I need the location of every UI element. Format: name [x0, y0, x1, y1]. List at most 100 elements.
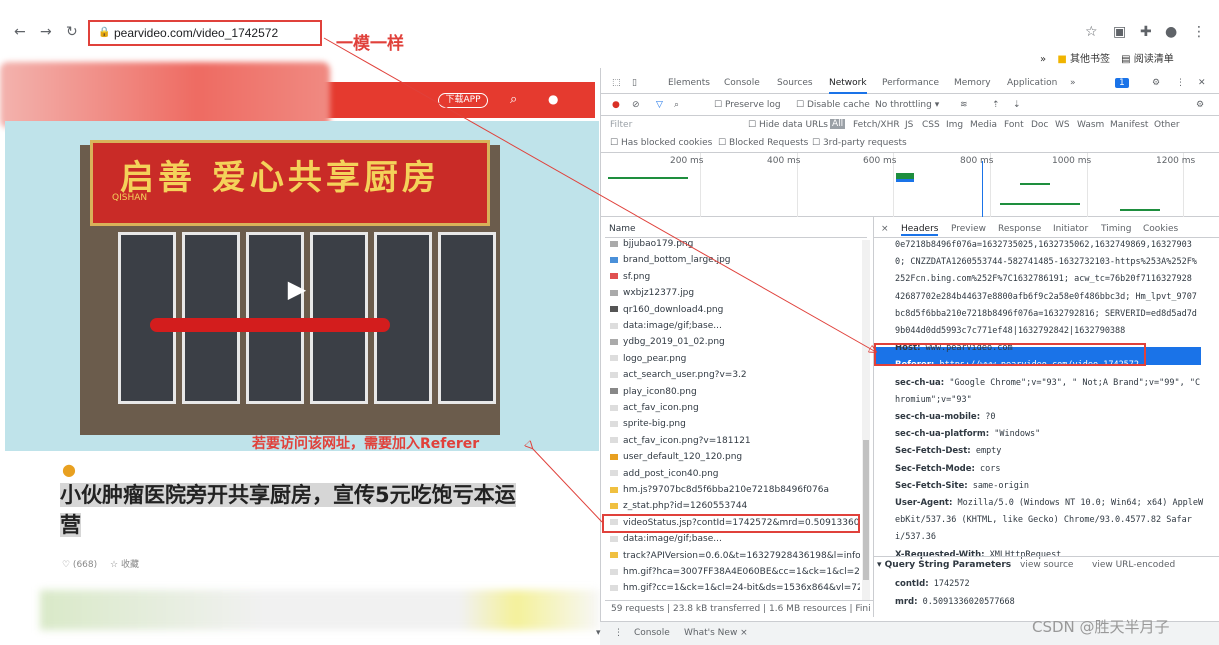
clear-icon[interactable]: ⊘: [632, 100, 640, 110]
bookmarks-more[interactable]: »: [1040, 54, 1046, 65]
kebab-icon[interactable]: ⋮: [1176, 78, 1185, 88]
filter-manifest[interactable]: Manifest: [1110, 120, 1148, 130]
tab-more[interactable]: »: [1070, 78, 1076, 88]
forward-icon[interactable]: →: [40, 24, 52, 40]
profile-icon[interactable]: ●: [1165, 24, 1177, 40]
filter-font[interactable]: Font: [1004, 120, 1024, 130]
request-row[interactable]: qr160_download4.png: [610, 305, 860, 321]
request-row[interactable]: act_search_user.png?v=3.2: [610, 370, 860, 386]
search-icon[interactable]: ⌕: [510, 92, 517, 107]
wifi-icon[interactable]: ≋: [960, 100, 968, 110]
filter-other[interactable]: Other: [1154, 120, 1180, 130]
request-row[interactable]: sf.png: [610, 272, 860, 288]
drawer-arrow-icon[interactable]: ▾: [596, 628, 601, 638]
filter-all[interactable]: All: [830, 119, 846, 129]
request-row[interactable]: act_fav_icon.png: [610, 403, 860, 419]
filter-fetch-xhr[interactable]: Fetch/XHR: [853, 120, 900, 130]
third-party-checkbox[interactable]: ☐ 3rd-party requests: [812, 138, 907, 148]
query-string-title[interactable]: ▾ Query String Parameters: [877, 560, 1011, 570]
star-icon[interactable]: ☆: [1085, 24, 1098, 40]
preserve-log-checkbox[interactable]: ☐ Preserve log: [714, 100, 781, 110]
request-row[interactable]: data:image/gif;base...: [610, 534, 860, 550]
close-devtools-icon[interactable]: ✕: [1198, 78, 1206, 88]
file-type-icon: [610, 535, 618, 542]
extension-icon[interactable]: ▣: [1113, 24, 1126, 40]
throttling-select[interactable]: No throttling ▾: [875, 100, 939, 110]
tab-response[interactable]: Response: [998, 224, 1041, 234]
request-row[interactable]: hm.gif?cc=1&ck=1&cl=24-bit&ds=1536x864&v…: [610, 583, 860, 599]
drawer-tab-console[interactable]: Console: [634, 628, 670, 638]
network-timeline[interactable]: 200 ms 400 ms 600 ms 800 ms 1000 ms 1200…: [600, 153, 1219, 217]
request-row[interactable]: logo_pear.png: [610, 354, 860, 370]
has-blocked-cookies-checkbox[interactable]: ☐ Has blocked cookies: [610, 138, 712, 148]
header-value: cors: [980, 463, 1001, 474]
inspect-icon[interactable]: ⬚: [612, 78, 621, 88]
download-icon[interactable]: ⇣: [1013, 100, 1021, 110]
tab-headers[interactable]: Headers: [901, 224, 939, 236]
drawer-tab-whats-new[interactable]: What's New ×: [684, 628, 748, 638]
request-row[interactable]: act_fav_icon.png?v=181121: [610, 436, 860, 452]
filter-media[interactable]: Media: [970, 120, 997, 130]
menu-icon[interactable]: ⋮: [1192, 24, 1206, 40]
tab-cookies[interactable]: Cookies: [1143, 224, 1178, 234]
back-icon[interactable]: ←: [14, 24, 26, 40]
tab-initiator[interactable]: Initiator: [1053, 224, 1088, 234]
tab-network[interactable]: Network: [829, 78, 867, 94]
bookmark-reading[interactable]: 阅读清单: [1134, 54, 1174, 65]
request-row[interactable]: add_post_icon40.png: [610, 469, 860, 485]
name-column-header[interactable]: Name: [605, 220, 867, 238]
disable-cache-checkbox[interactable]: ☐ Disable cache: [796, 100, 870, 110]
request-row[interactable]: user_default_120_120.png: [610, 452, 860, 468]
tab-application[interactable]: Application: [1007, 78, 1057, 88]
view-url-encoded-link[interactable]: view URL-encoded: [1092, 560, 1175, 570]
filter-doc[interactable]: Doc: [1031, 120, 1048, 130]
request-row[interactable]: hm.js?9707bc8d5f6bba210e7218b8496f076a: [610, 485, 860, 501]
tab-performance[interactable]: Performance: [882, 78, 939, 88]
filter-js[interactable]: JS: [905, 120, 913, 130]
filter-input[interactable]: Filter: [610, 120, 632, 130]
request-row[interactable]: play_icon80.png: [610, 387, 860, 403]
download-app-button[interactable]: 下载APP: [438, 93, 488, 108]
like-count[interactable]: ♡ (668): [62, 560, 97, 570]
request-row[interactable]: hm.gif?hca=3007FF38A4E060BE&cc=1&ck=1&cl…: [610, 567, 860, 583]
request-row[interactable]: track?APIVersion=0.6.0&t=16327928436198&…: [610, 551, 860, 567]
user-icon[interactable]: ●: [548, 92, 558, 106]
tab-memory[interactable]: Memory: [954, 78, 991, 88]
filter-wasm[interactable]: Wasm: [1077, 120, 1104, 130]
tab-sources[interactable]: Sources: [777, 78, 813, 88]
blocked-requests-checkbox[interactable]: ☐ Blocked Requests: [718, 138, 808, 148]
header-row: bc8d5f6bba210e7218b8496f076a=1632792816;…: [895, 309, 1205, 319]
request-row[interactable]: wxbjz12377.jpg: [610, 288, 860, 304]
tab-preview[interactable]: Preview: [951, 224, 986, 234]
request-scrollbar-thumb[interactable]: [863, 440, 869, 580]
tab-elements[interactable]: Elements: [668, 78, 710, 88]
filter-ws[interactable]: WS: [1055, 120, 1070, 130]
request-row[interactable]: data:image/gif;base...: [610, 321, 860, 337]
hide-data-urls-checkbox[interactable]: ☐ Hide data URLs: [748, 120, 828, 130]
upload-icon[interactable]: ⇡: [992, 100, 1000, 110]
settings-icon[interactable]: ⚙: [1152, 78, 1160, 88]
request-row[interactable]: ydbg_2019_01_02.png: [610, 337, 860, 353]
close-detail-icon[interactable]: ×: [881, 224, 889, 234]
address-bar[interactable]: 🔒 pearvideo.com/video_1742572: [88, 20, 322, 46]
reload-icon[interactable]: ↻: [66, 24, 78, 40]
play-icon[interactable]: ▶: [282, 275, 312, 305]
view-source-link[interactable]: view source: [1020, 560, 1073, 570]
bookmark-other[interactable]: 其他书签: [1070, 54, 1110, 65]
favorite-button[interactable]: ☆ 收藏: [110, 560, 139, 570]
drawer-menu-icon[interactable]: ⋮: [614, 628, 623, 638]
device-icon[interactable]: ▯: [632, 78, 637, 88]
request-row[interactable]: bjjubao179.png: [610, 239, 860, 255]
request-row[interactable]: brand_bottom_large.jpg: [610, 255, 860, 271]
tab-console[interactable]: Console: [724, 78, 760, 88]
network-settings-icon[interactable]: ⚙: [1196, 100, 1204, 110]
filter-img[interactable]: Img: [946, 120, 963, 130]
issues-badge[interactable]: 1: [1115, 78, 1129, 88]
filter-css[interactable]: CSS: [922, 120, 940, 130]
puzzle-icon[interactable]: ✚: [1140, 24, 1152, 40]
tab-timing[interactable]: Timing: [1101, 224, 1131, 234]
filter-icon[interactable]: ▽: [656, 100, 663, 110]
search-icon[interactable]: ⌕: [674, 100, 679, 110]
request-row[interactable]: sprite-big.png: [610, 419, 860, 435]
record-icon[interactable]: ●: [612, 100, 620, 110]
